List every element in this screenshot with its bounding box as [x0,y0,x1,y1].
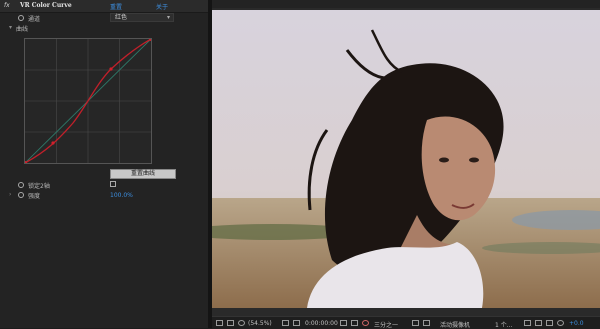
viewer-top-bar [212,0,600,8]
curve-editor[interactable] [23,37,153,165]
intensity-value[interactable]: 100.0% [110,192,133,199]
zoom-level[interactable]: (54.5%) [248,320,272,327]
color-channel-icon[interactable] [362,320,369,326]
timecode[interactable]: 0:00:00:00 [305,320,338,327]
channel-dropdown[interactable]: 红色 ▾ [110,13,174,22]
about-link[interactable]: 关于 [156,2,168,11]
channel-value: 红色 [115,14,128,21]
twirl-down-icon[interactable]: ▾ [9,24,12,31]
flowchart-icon[interactable] [535,320,542,326]
curve-label: 曲线 [16,26,29,33]
stopwatch-icon[interactable] [18,182,24,188]
channel-row: 通道 红色 ▾ [0,13,208,23]
grid-icon[interactable] [282,320,289,326]
composition-viewer[interactable] [212,0,600,316]
stopwatch-icon[interactable] [18,15,24,21]
curve-point[interactable] [109,67,113,71]
footage-image [212,10,600,308]
reset-exposure-icon[interactable] [524,320,531,326]
chevron-down-icon: ▾ [166,14,170,21]
effect-controls-panel: fx VR Color Curve 重置 关于 通道 红色 ▾ ▾ 曲线 重置曲… [0,0,208,328]
effect-header: fx VR Color Curve 重置 关于 [0,0,208,13]
lock-label: 锁定2轴 [28,183,50,190]
intensity-label: 强度 [28,193,41,200]
fast-preview-icon[interactable] [412,320,419,326]
mask-visibility-icon[interactable] [238,320,245,326]
exposure-icon[interactable] [557,320,564,326]
transparency-grid-icon[interactable] [423,320,430,326]
channel-label: 通道 [28,16,41,23]
lock-checkbox[interactable] [110,181,116,187]
intensity-row: › 强度 [0,190,208,200]
region-of-interest-icon[interactable] [293,320,300,326]
twirl-right-icon[interactable]: › [9,191,11,198]
stopwatch-icon[interactable] [18,192,24,198]
monitor-icon[interactable] [227,320,234,326]
curve-graph [23,37,153,165]
curve-row: ▾ 曲线 [0,23,208,33]
reset-curve-button[interactable]: 重置曲线 [110,169,176,179]
reset-link[interactable]: 重置 [110,2,122,11]
effect-name: VR Color Curve [20,2,72,9]
lock-row: 锁定2轴 [0,180,208,190]
curve-point[interactable] [51,141,55,145]
fx-toggle[interactable]: fx [4,2,10,9]
exposure-value[interactable]: +0.0 [569,320,584,327]
camera-snapshot-icon[interactable] [340,320,347,326]
toggle-view-icon[interactable] [216,320,223,326]
timeline-icon[interactable] [546,320,553,326]
show-snapshot-icon[interactable] [351,320,358,326]
viewer-status-bar: (54.5%) 0:00:00:00 三分之一 活动摄像机 1 个... +0.… [212,316,600,329]
